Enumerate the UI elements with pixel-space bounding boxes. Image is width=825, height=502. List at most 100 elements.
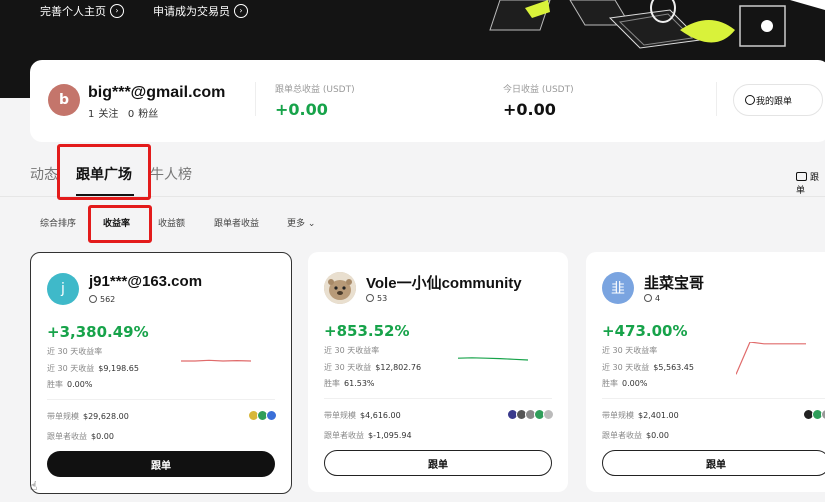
follower-count: 53 bbox=[366, 294, 387, 303]
return-sparkline bbox=[458, 357, 528, 361]
follower-count-value: 4 bbox=[655, 294, 661, 303]
following-label[interactable]: 关注 bbox=[98, 109, 118, 120]
coin-icon bbox=[266, 410, 277, 421]
tab-feed[interactable]: 动态 bbox=[30, 164, 58, 184]
coin-icon bbox=[543, 409, 554, 420]
avatar[interactable]: 韭 bbox=[602, 272, 634, 304]
filter-more[interactable]: 更多 ⌄ bbox=[287, 216, 315, 229]
win-rate-row: 胜率 0.00% bbox=[602, 378, 647, 389]
apply-trader-label: 申请成为交易员 bbox=[153, 5, 230, 18]
apply-trader-link[interactable]: 申请成为交易员 › bbox=[153, 0, 248, 22]
profile-name: big***@gmail.com bbox=[88, 84, 226, 101]
aum-row: 带单规模 $4,616.00 bbox=[324, 410, 401, 421]
win-rate-value: 0.00% bbox=[67, 380, 93, 389]
return-rate: +473.00% bbox=[602, 322, 688, 340]
avatar[interactable]: j bbox=[47, 273, 79, 305]
person-icon bbox=[89, 295, 97, 303]
follower-pnl-label: 跟单者收益 bbox=[602, 431, 642, 440]
profile-stats: 1 关注 0 粉丝 bbox=[88, 105, 158, 120]
highlight-box bbox=[88, 205, 152, 243]
follower-count-value: 562 bbox=[100, 295, 116, 304]
return-rate-label: 近 30 天收益率 bbox=[602, 346, 658, 355]
filter-return-amount[interactable]: 收益额 bbox=[158, 216, 185, 229]
today-earnings-label: 今日收益 (USDT) bbox=[503, 85, 574, 95]
sparkline-path bbox=[181, 359, 251, 362]
highlight-box bbox=[57, 144, 151, 200]
coin-icon bbox=[821, 409, 825, 420]
trader-card[interactable]: Vole一小仙community 53 +853.52% 近 30 天收益率近 30 … bbox=[308, 252, 568, 492]
follower-count-value: 53 bbox=[377, 294, 388, 303]
trader-name[interactable]: j91***@163.com bbox=[89, 273, 202, 290]
filter-overall[interactable]: 综合排序 bbox=[40, 216, 76, 229]
follower-pnl-row: 跟单者收益 $-1,095.94 bbox=[324, 430, 412, 441]
pnl-label: 近 30 天收益 bbox=[47, 364, 95, 373]
pnl-label: 近 30 天收益 bbox=[324, 363, 372, 372]
copy-icon bbox=[745, 95, 755, 105]
divider bbox=[602, 398, 825, 399]
total-earnings-value: +0.00 bbox=[275, 100, 328, 119]
return-rate: +853.52% bbox=[324, 322, 410, 340]
pnl-row: 近 30 天收益 $9,198.65 bbox=[47, 363, 139, 374]
chevron-down-icon: ⌄ bbox=[307, 219, 316, 229]
win-rate-label: 胜率 bbox=[324, 379, 340, 388]
follower-pnl-value: $0.00 bbox=[91, 432, 114, 441]
pnl-value: $5,563.45 bbox=[653, 363, 694, 372]
traded-coins bbox=[803, 409, 825, 420]
divider bbox=[716, 82, 717, 116]
win-rate-value: 0.00% bbox=[622, 379, 648, 388]
tab-leaderboard[interactable]: 牛人榜 bbox=[150, 164, 192, 184]
win-rate-row: 胜率 0.00% bbox=[47, 379, 92, 390]
followers-count: 0 bbox=[127, 109, 135, 120]
avatar[interactable] bbox=[324, 272, 356, 304]
follower-pnl-value: $0.00 bbox=[646, 431, 669, 440]
copy-trade-button[interactable]: 跟单 bbox=[324, 450, 552, 476]
right-copy-tab[interactable]: 跟单 bbox=[796, 170, 825, 196]
divider bbox=[324, 398, 552, 399]
following-count: 1 bbox=[88, 109, 95, 120]
aum-label: 带单规模 bbox=[324, 411, 356, 420]
return-rate-label: 近 30 天收益率 bbox=[47, 347, 103, 356]
trader-card[interactable]: 韭韭菜宝哥 4 +473.00% 近 30 天收益率近 30 天收益 $5,563.45… bbox=[586, 252, 825, 492]
avatar[interactable]: b bbox=[48, 84, 80, 116]
trader-card[interactable]: j j91***@163.com 562 +3,380.49% 近 30 天收益率近 3… bbox=[30, 252, 292, 494]
sparkline-path bbox=[736, 342, 806, 375]
total-earnings-label: 跟单总收益 (USDT) bbox=[275, 85, 355, 95]
win-rate-label: 胜率 bbox=[602, 379, 618, 388]
otter-icon bbox=[324, 272, 356, 304]
arrow-circle-icon: › bbox=[110, 4, 124, 18]
traded-coins bbox=[248, 410, 277, 421]
win-rate-value: 61.53% bbox=[344, 379, 375, 388]
sparkline-path bbox=[458, 357, 528, 361]
my-copy-trading-label: 我的跟单 bbox=[756, 96, 793, 107]
return-sparkline bbox=[736, 342, 806, 375]
complete-profile-link[interactable]: 完善个人主页 › bbox=[40, 0, 124, 22]
followers-label[interactable]: 粉丝 bbox=[138, 109, 158, 120]
copy-trade-button[interactable]: 跟单 bbox=[47, 451, 275, 477]
my-copy-trading-button[interactable]: 我的跟单 bbox=[733, 84, 823, 116]
win-rate-row: 胜率 61.53% bbox=[324, 378, 375, 389]
follower-count: 4 bbox=[644, 294, 660, 303]
filter-follower-earnings[interactable]: 跟单者收益 bbox=[214, 216, 259, 229]
aum-row: 带单规模 $29,628.00 bbox=[47, 411, 129, 422]
follower-pnl-row: 跟单者收益 $0.00 bbox=[602, 430, 669, 441]
divider bbox=[255, 82, 256, 116]
filter-more-label: 更多 bbox=[287, 219, 306, 229]
aum-value: $4,616.00 bbox=[360, 411, 401, 420]
aum-label: 带单规模 bbox=[47, 412, 79, 421]
return-rate: +3,380.49% bbox=[47, 323, 149, 341]
profile-card: b big***@gmail.com 1 关注 0 粉丝 跟单总收益 (USDT) … bbox=[30, 60, 825, 142]
pnl-row: 近 30 天收益 $5,563.45 bbox=[602, 362, 694, 373]
follower-pnl-label: 跟单者收益 bbox=[324, 431, 364, 440]
trader-name[interactable]: Vole一小仙community bbox=[366, 272, 522, 293]
pnl-value: $12,802.76 bbox=[375, 363, 422, 372]
follower-pnl-value: $-1,095.94 bbox=[368, 431, 412, 440]
trader-name[interactable]: 韭菜宝哥 bbox=[644, 272, 704, 293]
pnl-label: 近 30 天收益 bbox=[602, 363, 650, 372]
aum-label: 带单规模 bbox=[602, 411, 634, 420]
win-rate-label: 胜率 bbox=[47, 380, 63, 389]
follower-pnl-row: 跟单者收益 $0.00 bbox=[47, 431, 114, 442]
card-icon bbox=[796, 172, 807, 181]
pnl-row: 近 30 天收益 $12,802.76 bbox=[324, 362, 421, 373]
complete-profile-label: 完善个人主页 bbox=[40, 5, 106, 18]
copy-trade-button[interactable]: 跟单 bbox=[602, 450, 825, 476]
